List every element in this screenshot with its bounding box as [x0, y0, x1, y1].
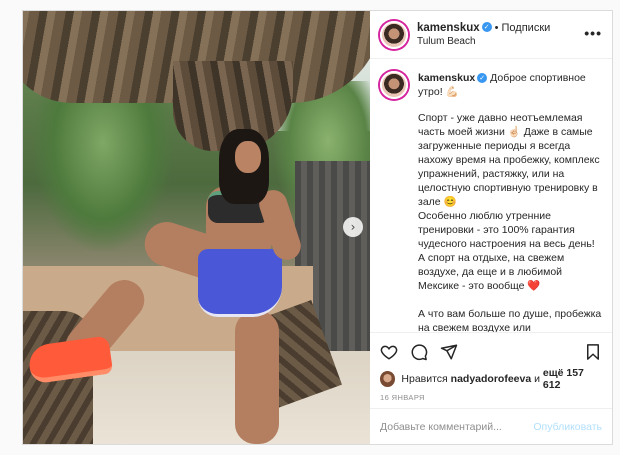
likes-row: Нравится nadyadorofeeva и ещё 157 612: [370, 367, 612, 391]
avatar[interactable]: [380, 20, 408, 49]
instagram-post: › kamenskux ✓ • Подписки Tulum Beach ••• ka…: [22, 10, 613, 445]
username-link[interactable]: kamenskux: [417, 22, 480, 34]
verified-badge-icon: ✓: [477, 73, 488, 84]
likes-and: и: [534, 373, 540, 385]
separator-dot: •: [494, 22, 499, 34]
follow-button[interactable]: Подписки: [502, 22, 551, 34]
more-options-icon[interactable]: •••: [584, 25, 602, 41]
caption-row: kamenskux ✓ Доброе спортивное утро! 💪🏻 Сп…: [380, 71, 602, 332]
liker-username-link[interactable]: nadyadorofeeva: [451, 373, 532, 385]
share-icon[interactable]: [440, 343, 458, 361]
action-bar: [370, 332, 612, 370]
comment-input[interactable]: [380, 420, 534, 433]
photo-figure-face: [235, 141, 261, 173]
chevron-right-icon: ›: [350, 220, 356, 234]
post-date[interactable]: 16 ЯНВАРЯ: [370, 388, 612, 408]
photo-figure-leg: [235, 311, 279, 444]
liker-avatar[interactable]: [380, 371, 396, 387]
post-header-text: kamenskux ✓ • Подписки Tulum Beach: [417, 20, 550, 49]
caption-username[interactable]: kamenskux: [418, 72, 475, 84]
post-photo[interactable]: ›: [23, 11, 370, 444]
heart-icon[interactable]: [380, 343, 398, 361]
verified-badge-icon: ✓: [481, 21, 492, 32]
caption-avatar[interactable]: [380, 71, 408, 99]
likes-prefix: Нравится: [401, 373, 448, 385]
post-side-panel: kamenskux ✓ • Подписки Tulum Beach ••• kame…: [370, 11, 612, 444]
comment-icon[interactable]: [410, 343, 428, 361]
caption-body: kamenskux ✓ Доброе спортивное утро! 💪🏻 Сп…: [418, 71, 602, 332]
caption-area[interactable]: kamenskux ✓ Доброе спортивное утро! 💪🏻 Сп…: [370, 59, 612, 332]
comment-form: Опубликовать: [370, 408, 612, 444]
photo-figure-shorts: [198, 249, 282, 317]
publish-button[interactable]: Опубликовать: [533, 421, 602, 433]
location-link[interactable]: Tulum Beach: [417, 35, 550, 49]
next-photo-button[interactable]: ›: [343, 217, 363, 237]
caption-text: Спорт - уже давно неотъемлемая часть мое…: [418, 112, 602, 332]
bookmark-icon[interactable]: [584, 343, 602, 361]
post-header: kamenskux ✓ • Подписки Tulum Beach •••: [370, 11, 612, 59]
